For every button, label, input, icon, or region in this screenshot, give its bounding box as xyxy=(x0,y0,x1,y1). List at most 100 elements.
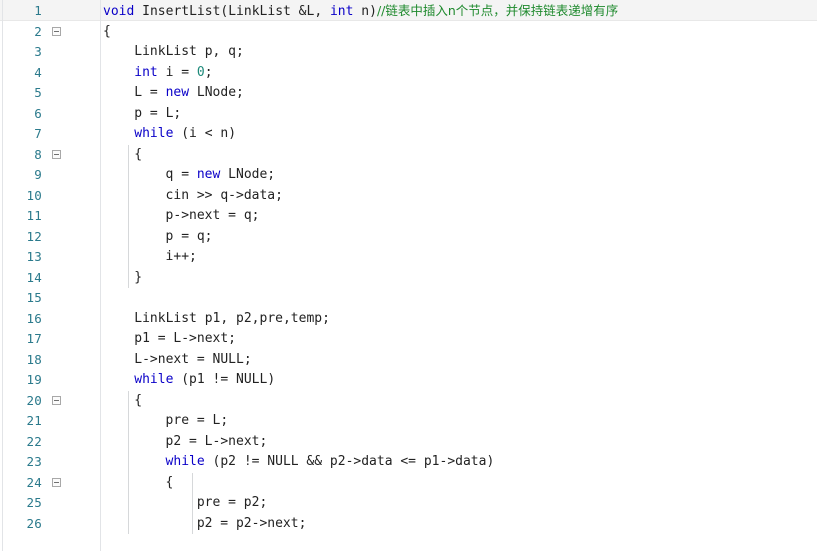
line-number: 8 xyxy=(34,146,42,162)
fold-collapse-icon[interactable] xyxy=(52,149,61,159)
code-line[interactable]: LinkList p, q; xyxy=(134,42,244,63)
code-token-plain: i = xyxy=(157,64,197,80)
code-token-plain: LNode; xyxy=(220,167,276,182)
line-number: 11 xyxy=(26,208,42,223)
code-line[interactable]: cin >> q->data; xyxy=(166,186,283,207)
code-token-kw: int xyxy=(134,64,158,80)
line-number-gutter[interactable]: 1 2 3 4 5 6 7 8 9 10 11 12 13 14 15 16 17 18 19 20 21 22 23 24 2… xyxy=(0,0,101,551)
line-number: 15 xyxy=(26,290,42,305)
code-token-plain: p = q; xyxy=(165,228,213,244)
gutter-row[interactable]: 23 xyxy=(0,452,100,473)
code-line[interactable]: p = L; xyxy=(134,104,181,125)
code-line[interactable]: pre = L; xyxy=(166,411,229,432)
code-line[interactable]: q = new LNode; xyxy=(166,165,276,186)
code-token-plain: LinkList p1, p2,pre,temp; xyxy=(134,310,330,326)
gutter-row[interactable]: 22 xyxy=(0,432,100,453)
code-token-plain: q = xyxy=(165,167,197,182)
gutter-row[interactable]: 12 xyxy=(0,227,100,248)
line-number: 25 xyxy=(26,495,42,510)
gutter-row[interactable]: 17 xyxy=(0,329,100,350)
code-line[interactable]: L = new LNode; xyxy=(134,83,244,104)
line-number: 4 xyxy=(34,64,42,80)
line-number: 19 xyxy=(26,372,42,387)
code-line[interactable]: while (p2 != NULL && p2->data <= p1->dat… xyxy=(166,452,495,473)
fold-collapse-icon[interactable] xyxy=(52,395,61,405)
gutter-row[interactable]: 2 xyxy=(0,22,100,43)
code-token-plain: pre = p2; xyxy=(196,495,268,510)
line-number: 13 xyxy=(26,249,42,264)
code-line[interactable]: p2 = L->next; xyxy=(166,432,268,453)
fold-collapse-icon[interactable] xyxy=(52,26,61,36)
gutter-row[interactable]: 13 xyxy=(0,247,100,268)
gutter-row[interactable]: 9 xyxy=(0,165,100,186)
gutter-row[interactable]: 10 xyxy=(0,186,100,207)
code-content-area[interactable]: void InsertList(LinkList &L, int n)//链表中… xyxy=(101,0,817,551)
code-line[interactable]: LinkList p1, p2,pre,temp; xyxy=(134,309,330,330)
gutter-row[interactable]: 18 xyxy=(0,350,100,371)
line-number: 5 xyxy=(34,85,42,100)
code-token-plain: (i < n) xyxy=(173,126,237,141)
code-line[interactable]: i++; xyxy=(166,247,197,268)
gutter-row[interactable]: 6 xyxy=(0,104,100,125)
line-number: 10 xyxy=(26,187,42,203)
line-number: 22 xyxy=(26,433,42,449)
gutter-row[interactable]: 20 xyxy=(0,391,100,412)
line-number: 17 xyxy=(26,331,42,346)
gutter-row[interactable]: 15 xyxy=(0,288,100,309)
code-token-plain: { xyxy=(134,146,143,162)
code-token-kw: while xyxy=(134,126,174,141)
line-number: 2 xyxy=(34,23,42,39)
code-token-plain: n) xyxy=(353,4,377,19)
gutter-row[interactable]: 25 xyxy=(0,493,100,514)
line-number: 3 xyxy=(34,44,42,59)
code-line[interactable]: { xyxy=(134,391,142,412)
code-token-plain: p->next = q; xyxy=(165,208,260,223)
gutter-row[interactable]: 14 xyxy=(0,268,100,289)
code-line[interactable]: } xyxy=(134,268,142,289)
code-token-plain: (p1 != NULL) xyxy=(173,372,276,387)
gutter-row[interactable]: 4 xyxy=(0,63,100,84)
code-token-plain: ; xyxy=(204,64,213,80)
code-line[interactable]: pre = p2; xyxy=(197,493,267,514)
code-line[interactable]: while (i < n) xyxy=(134,124,236,145)
code-line[interactable]: int i = 0; xyxy=(134,63,212,84)
code-token-kw: new xyxy=(165,85,190,100)
line-number: 18 xyxy=(26,351,42,367)
code-token-plain: LinkList p, q; xyxy=(134,44,244,59)
gutter-row[interactable]: 3 xyxy=(0,42,100,63)
code-line[interactable]: L->next = NULL; xyxy=(134,350,251,371)
gutter-row[interactable]: 21 xyxy=(0,411,100,432)
code-line[interactable]: void InsertList(LinkList &L, int n)//链表中… xyxy=(103,1,618,22)
gutter-row[interactable]: 24 xyxy=(0,473,100,494)
code-line[interactable]: { xyxy=(103,22,111,43)
code-token-plain: L->next = NULL; xyxy=(134,351,252,367)
code-editor[interactable]: 1 2 3 4 5 6 7 8 9 10 11 12 13 14 15 16 17 18 19 20 21 22 23 24 2… xyxy=(0,0,817,551)
gutter-row[interactable]: 1 xyxy=(0,1,100,22)
code-token-plain: { xyxy=(103,23,111,39)
gutter-row[interactable]: 7 xyxy=(0,124,100,145)
line-number: 24 xyxy=(26,474,42,490)
line-number: 9 xyxy=(34,167,42,182)
code-token-plain: cin >> q->data; xyxy=(165,187,283,203)
code-line[interactable]: p2 = p2->next; xyxy=(197,514,307,535)
line-number: 16 xyxy=(26,310,42,326)
code-line[interactable]: { xyxy=(134,145,142,166)
gutter-row[interactable]: 26 xyxy=(0,514,100,535)
gutter-row[interactable]: 19 xyxy=(0,370,100,391)
code-token-kw: new xyxy=(196,167,221,182)
gutter-row[interactable]: 16 xyxy=(0,309,100,330)
code-line[interactable]: { xyxy=(166,473,174,494)
fold-collapse-icon[interactable] xyxy=(52,477,61,487)
gutter-row[interactable]: 11 xyxy=(0,206,100,227)
code-token-kw: void xyxy=(103,4,135,19)
code-token-plain: p = L; xyxy=(134,105,182,121)
gutter-row[interactable]: 8 xyxy=(0,145,100,166)
gutter-row[interactable]: 5 xyxy=(0,83,100,104)
code-token-plain: p2 = p2->next; xyxy=(196,515,307,531)
code-line[interactable]: while (p1 != NULL) xyxy=(134,370,275,391)
code-token-plain: pre = L; xyxy=(165,413,229,428)
code-line[interactable]: p1 = L->next; xyxy=(134,329,236,350)
code-line[interactable]: p = q; xyxy=(166,227,213,248)
code-line[interactable]: p->next = q; xyxy=(166,206,260,227)
line-number: 14 xyxy=(26,269,42,285)
